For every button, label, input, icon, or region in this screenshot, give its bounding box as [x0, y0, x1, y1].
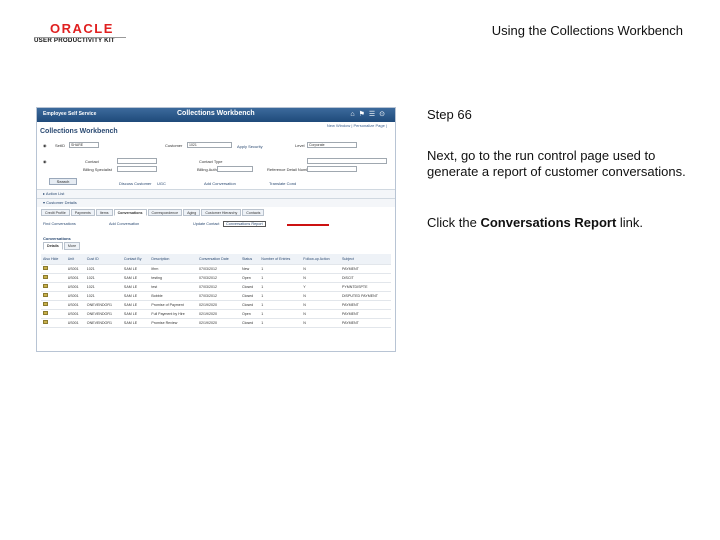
reference-field[interactable]	[307, 166, 357, 172]
col-entries[interactable]: Number of Entries	[259, 254, 302, 265]
detail-icon[interactable]	[43, 320, 48, 324]
col-status[interactable]: Status	[239, 254, 260, 265]
col-unit[interactable]: Unit	[65, 254, 85, 265]
tab-contacts[interactable]: Contacts	[242, 209, 265, 216]
level-field[interactable]: Corporate	[307, 142, 357, 148]
logo-divider	[34, 37, 126, 38]
step-description: Next, go to the run control page used to…	[427, 148, 686, 179]
home-menu-label[interactable]: Employee Self Service	[43, 111, 96, 117]
conversations-report-link[interactable]: Conversations Report	[223, 221, 266, 227]
col-follow-up[interactable]: Follow-up Action	[301, 254, 340, 265]
customer-details-label: Customer Details	[46, 200, 77, 205]
col-cust-id[interactable]: Cust ID	[84, 254, 122, 265]
table-row[interactable]: US001 1021 SAM LE test 07/03/2012 Closed 1 Y PYM…	[41, 282, 391, 292]
customer-details-section[interactable]: ▾ Customer Details	[37, 198, 395, 207]
unit-field[interactable]: SHARE	[69, 142, 99, 148]
banner-icons[interactable]: ⌂⚑☰⊙	[350, 110, 389, 118]
table-row[interactable]: US001 1021 SAM LE testing 07/03/2012 Open 1 N DI…	[41, 273, 391, 283]
top-links[interactable]: New Window | Personalize Page |	[327, 123, 387, 128]
tab-credit-profile[interactable]: Credit Profile	[41, 209, 70, 216]
page-title: Collections Workbench	[40, 128, 118, 135]
billing-specialist-label: Billing Specialist	[83, 167, 112, 172]
detail-icon[interactable]	[43, 293, 48, 297]
grid-tab-bar: Details More	[43, 242, 81, 250]
instruction-link-name: Conversations Report	[480, 215, 617, 230]
step-instruction: Click the Conversations Report link.	[427, 215, 689, 231]
table-row[interactable]: US001 1021 SAM LE Ifirm 07/03/2012 New 1 N PAYME…	[41, 264, 391, 274]
detail-icon[interactable]	[43, 284, 48, 288]
table-row[interactable]: US001 ONEVENDOR1 SAM LE Full Payment by Hir…	[41, 309, 391, 319]
tab-items[interactable]: Items	[95, 209, 113, 216]
apply-security-link[interactable]: Apply Security	[237, 144, 263, 149]
search-radio[interactable]: ◉	[43, 143, 47, 148]
action-list-section[interactable]: ▸ Action List	[37, 189, 395, 198]
contact-label: Contact	[85, 159, 99, 164]
customer-field[interactable]: 1021	[187, 142, 232, 148]
customer-label: Customer	[165, 143, 183, 148]
add-conversation-link[interactable]: Add Conversation	[204, 181, 236, 186]
search-button[interactable]: Search	[49, 178, 77, 185]
tab-conversations[interactable]: Conversations	[113, 209, 147, 216]
tab-correspondence[interactable]: Correspondence	[147, 209, 183, 216]
grid-tab-details[interactable]: Details	[43, 242, 63, 250]
level-label: Level	[295, 143, 305, 148]
table-row[interactable]: US001 1021 SAM LE Bobble 07/03/2012 Closed 1 N D…	[41, 291, 391, 301]
detail-icon[interactable]	[43, 266, 48, 270]
instruction-suffix: link.	[616, 215, 644, 230]
conversations-table: Also Hide Unit Cust ID Contact By Descri…	[41, 254, 391, 328]
col-subject[interactable]: Subject	[339, 254, 391, 265]
contact-type-label: Contact Type	[199, 159, 223, 164]
discuss-customer-link[interactable]: Discuss Customer	[119, 181, 151, 186]
col-conversation-date[interactable]: Conversation Date	[196, 254, 240, 265]
detail-icon[interactable]	[43, 311, 48, 315]
conversations-grid-title: Conversations	[43, 236, 71, 241]
detail-tabs: Credit Profile Payments Items Conversati…	[41, 209, 265, 216]
add-conversation-sublink[interactable]: Add Conversation	[109, 222, 139, 226]
step-number: Step 66	[427, 107, 472, 122]
tab-aging[interactable]: Aging	[183, 209, 201, 216]
brand-subtitle: USER PRODUCTIVITY KIT	[34, 37, 115, 44]
instruction-prefix: Click the	[427, 215, 481, 230]
application-screenshot: Employee Self Service Collections Workbe…	[36, 107, 396, 352]
billing-specialist-field[interactable]	[117, 166, 157, 172]
contact-type-field[interactable]	[307, 158, 387, 164]
oracle-upk-logo: ORACLE USER PRODUCTIVITY KIT	[34, 22, 130, 48]
billing-authority-field[interactable]	[217, 166, 253, 172]
banner-title: Collections Workbench	[177, 110, 255, 117]
action-list-label: Action List	[45, 191, 65, 196]
search-radio-2[interactable]: ◉	[43, 159, 47, 164]
table-row[interactable]: US001 ONEVENDOR1 SAM LE Promise of Payment 0…	[41, 300, 391, 310]
update-contact-link[interactable]: Update Contact	[193, 222, 219, 226]
reference-label: Reference Detail Number	[267, 167, 313, 172]
contact-field[interactable]	[117, 158, 157, 164]
detail-icon[interactable]	[43, 275, 48, 279]
ugc-link[interactable]: UGC	[157, 181, 166, 186]
table-row[interactable]: US001 ONEVENDOR1 SAM LE Promise Review 02/19…	[41, 318, 391, 328]
document-title: Using the Collections Workbench	[491, 23, 683, 38]
highlight-marker	[287, 224, 329, 226]
table-header-row: Also Hide Unit Cust ID Contact By Descri…	[41, 254, 391, 265]
tab-payments[interactable]: Payments	[70, 209, 95, 216]
brand-name: ORACLE	[50, 21, 114, 36]
col-also-hide[interactable]: Also Hide	[41, 254, 66, 265]
tab-customer-hierarchy[interactable]: Customer Hierarchy	[201, 209, 242, 216]
detail-icon[interactable]	[43, 302, 48, 306]
translate-link[interactable]: Translate Cond	[269, 181, 296, 186]
find-conversations-link[interactable]: Find Conversations	[43, 222, 76, 226]
col-description[interactable]: Description	[149, 254, 197, 265]
app-banner: Employee Self Service Collections Workbe…	[37, 108, 395, 122]
grid-tab-more[interactable]: More	[63, 242, 81, 250]
col-contact-by[interactable]: Contact By	[121, 254, 150, 265]
unit-label: SetID	[55, 143, 66, 148]
